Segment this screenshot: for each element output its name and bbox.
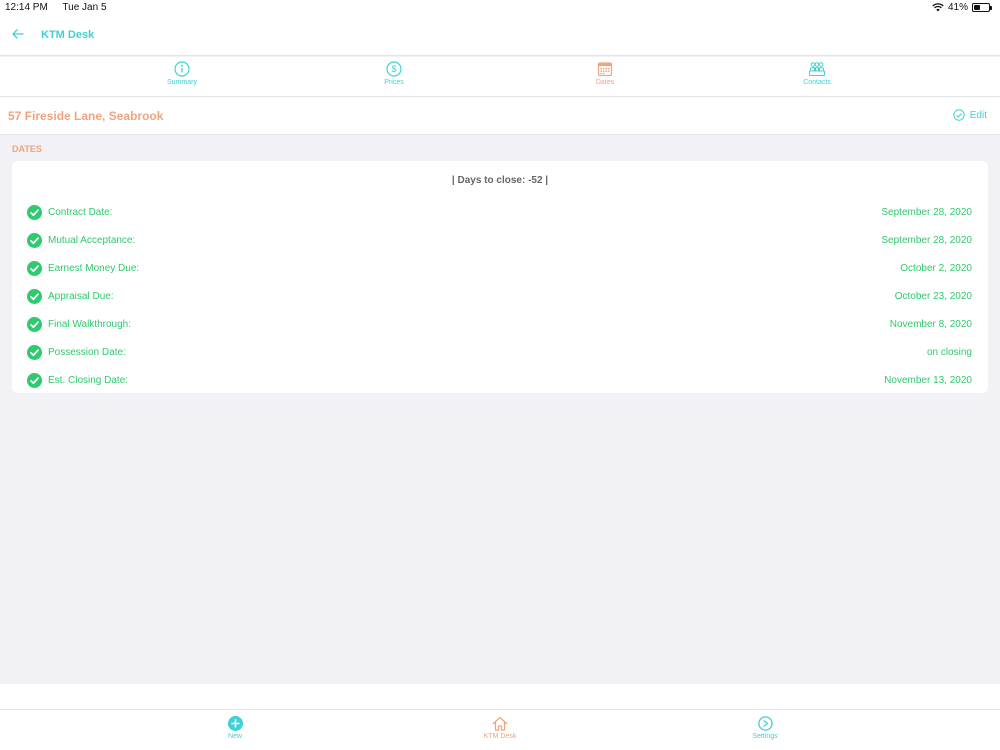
check-icon <box>27 345 42 360</box>
bottom-tab-ktm-desk[interactable]: KTM Desk <box>460 716 540 740</box>
address-bar: 57 Fireside Lane, Seabrook Edit <box>0 97 1000 135</box>
status-left: 12:14 PM Tue Jan 5 <box>5 2 119 13</box>
status-time: 12:14 PM <box>5 2 48 13</box>
date-row: Final Walkthrough: November 8, 2020 <box>12 315 988 335</box>
check-icon <box>27 261 42 276</box>
tab-prices-label: Prices <box>384 79 404 86</box>
tab-contacts[interactable]: Contacts <box>777 61 857 86</box>
tab-prices[interactable]: $ Prices <box>354 61 434 86</box>
date-row: Earnest Money Due: October 2, 2020 <box>12 259 988 279</box>
status-bar: 12:14 PM Tue Jan 5 41% <box>0 0 1000 16</box>
date-label: Contract Date: <box>48 207 113 218</box>
date-label: Final Walkthrough: <box>48 319 131 330</box>
check-icon <box>27 373 42 388</box>
settings-icon <box>757 716 773 731</box>
check-icon <box>27 289 42 304</box>
section-header-dates: DATES <box>12 144 42 154</box>
check-icon <box>27 233 42 248</box>
date-label: Appraisal Due: <box>48 291 114 302</box>
check-icon <box>27 205 42 220</box>
battery-fill <box>974 5 980 10</box>
date-row: Possession Date: on closing <box>12 343 988 363</box>
info-icon <box>174 61 190 77</box>
dollar-icon: $ <box>386 61 402 77</box>
section-tab-bar: Summary $ Prices Dates Contacts <box>0 57 1000 97</box>
date-value: November 8, 2020 <box>889 319 972 330</box>
date-row: Appraisal Due: October 23, 2020 <box>12 287 988 307</box>
tab-summary[interactable]: Summary <box>142 61 222 86</box>
date-value: on closing <box>926 347 972 358</box>
calendar-icon <box>597 62 613 77</box>
date-label: Mutual Acceptance: <box>48 235 136 246</box>
date-value: September 28, 2020 <box>881 207 972 218</box>
check-circle-icon <box>953 109 965 121</box>
status-right: 41% <box>932 2 992 13</box>
date-label: Possession Date: <box>48 347 126 358</box>
nav-title: KTM Desk <box>41 29 95 41</box>
date-value: November 13, 2020 <box>884 375 972 386</box>
date-label: Est. Closing Date: <box>48 375 129 386</box>
edit-label: Edit <box>969 109 987 121</box>
tab-contacts-label: Contacts <box>803 79 831 86</box>
contacts-icon <box>809 62 825 76</box>
check-icon <box>27 317 42 332</box>
bottom-tab-new-label: New <box>227 733 242 740</box>
date-value: September 28, 2020 <box>881 235 972 246</box>
wifi-icon <box>932 3 944 12</box>
tab-summary-label: Summary <box>167 79 197 86</box>
property-address: 57 Fireside Lane, Seabrook <box>8 109 164 123</box>
bottom-tab-ktm-desk-label: KTM Desk <box>483 733 517 740</box>
date-row: Est. Closing Date: November 13, 2020 <box>12 371 988 391</box>
nav-bar: KTM Desk <box>0 16 1000 56</box>
dates-card: | Days to close: -52 | Contract Date: Se… <box>12 161 988 393</box>
back-arrow-icon[interactable] <box>11 27 25 41</box>
battery-icon <box>972 3 992 12</box>
battery-percent: 41% <box>947 2 968 13</box>
svg-text:$: $ <box>391 64 396 74</box>
bottom-tab-bar: New KTM Desk Settings <box>0 709 1000 750</box>
bottom-tab-settings-label: Settings <box>752 733 778 740</box>
plus-circle-icon <box>227 716 243 731</box>
days-to-close: | Days to close: -52 | <box>451 175 549 186</box>
date-row: Contract Date: September 28, 2020 <box>12 203 988 223</box>
home-icon <box>492 716 508 731</box>
bottom-tab-new[interactable]: New <box>195 716 275 740</box>
bottom-tab-settings[interactable]: Settings <box>725 716 805 740</box>
tab-dates[interactable]: Dates <box>565 61 645 86</box>
tab-dates-label: Dates <box>595 79 615 86</box>
edit-button[interactable]: Edit <box>953 109 987 121</box>
date-row: Mutual Acceptance: September 28, 2020 <box>12 231 988 251</box>
date-value: October 2, 2020 <box>900 263 972 274</box>
status-date: Tue Jan 5 <box>62 2 107 13</box>
date-value: October 23, 2020 <box>894 291 972 302</box>
date-label: Earnest Money Due: <box>48 263 140 274</box>
